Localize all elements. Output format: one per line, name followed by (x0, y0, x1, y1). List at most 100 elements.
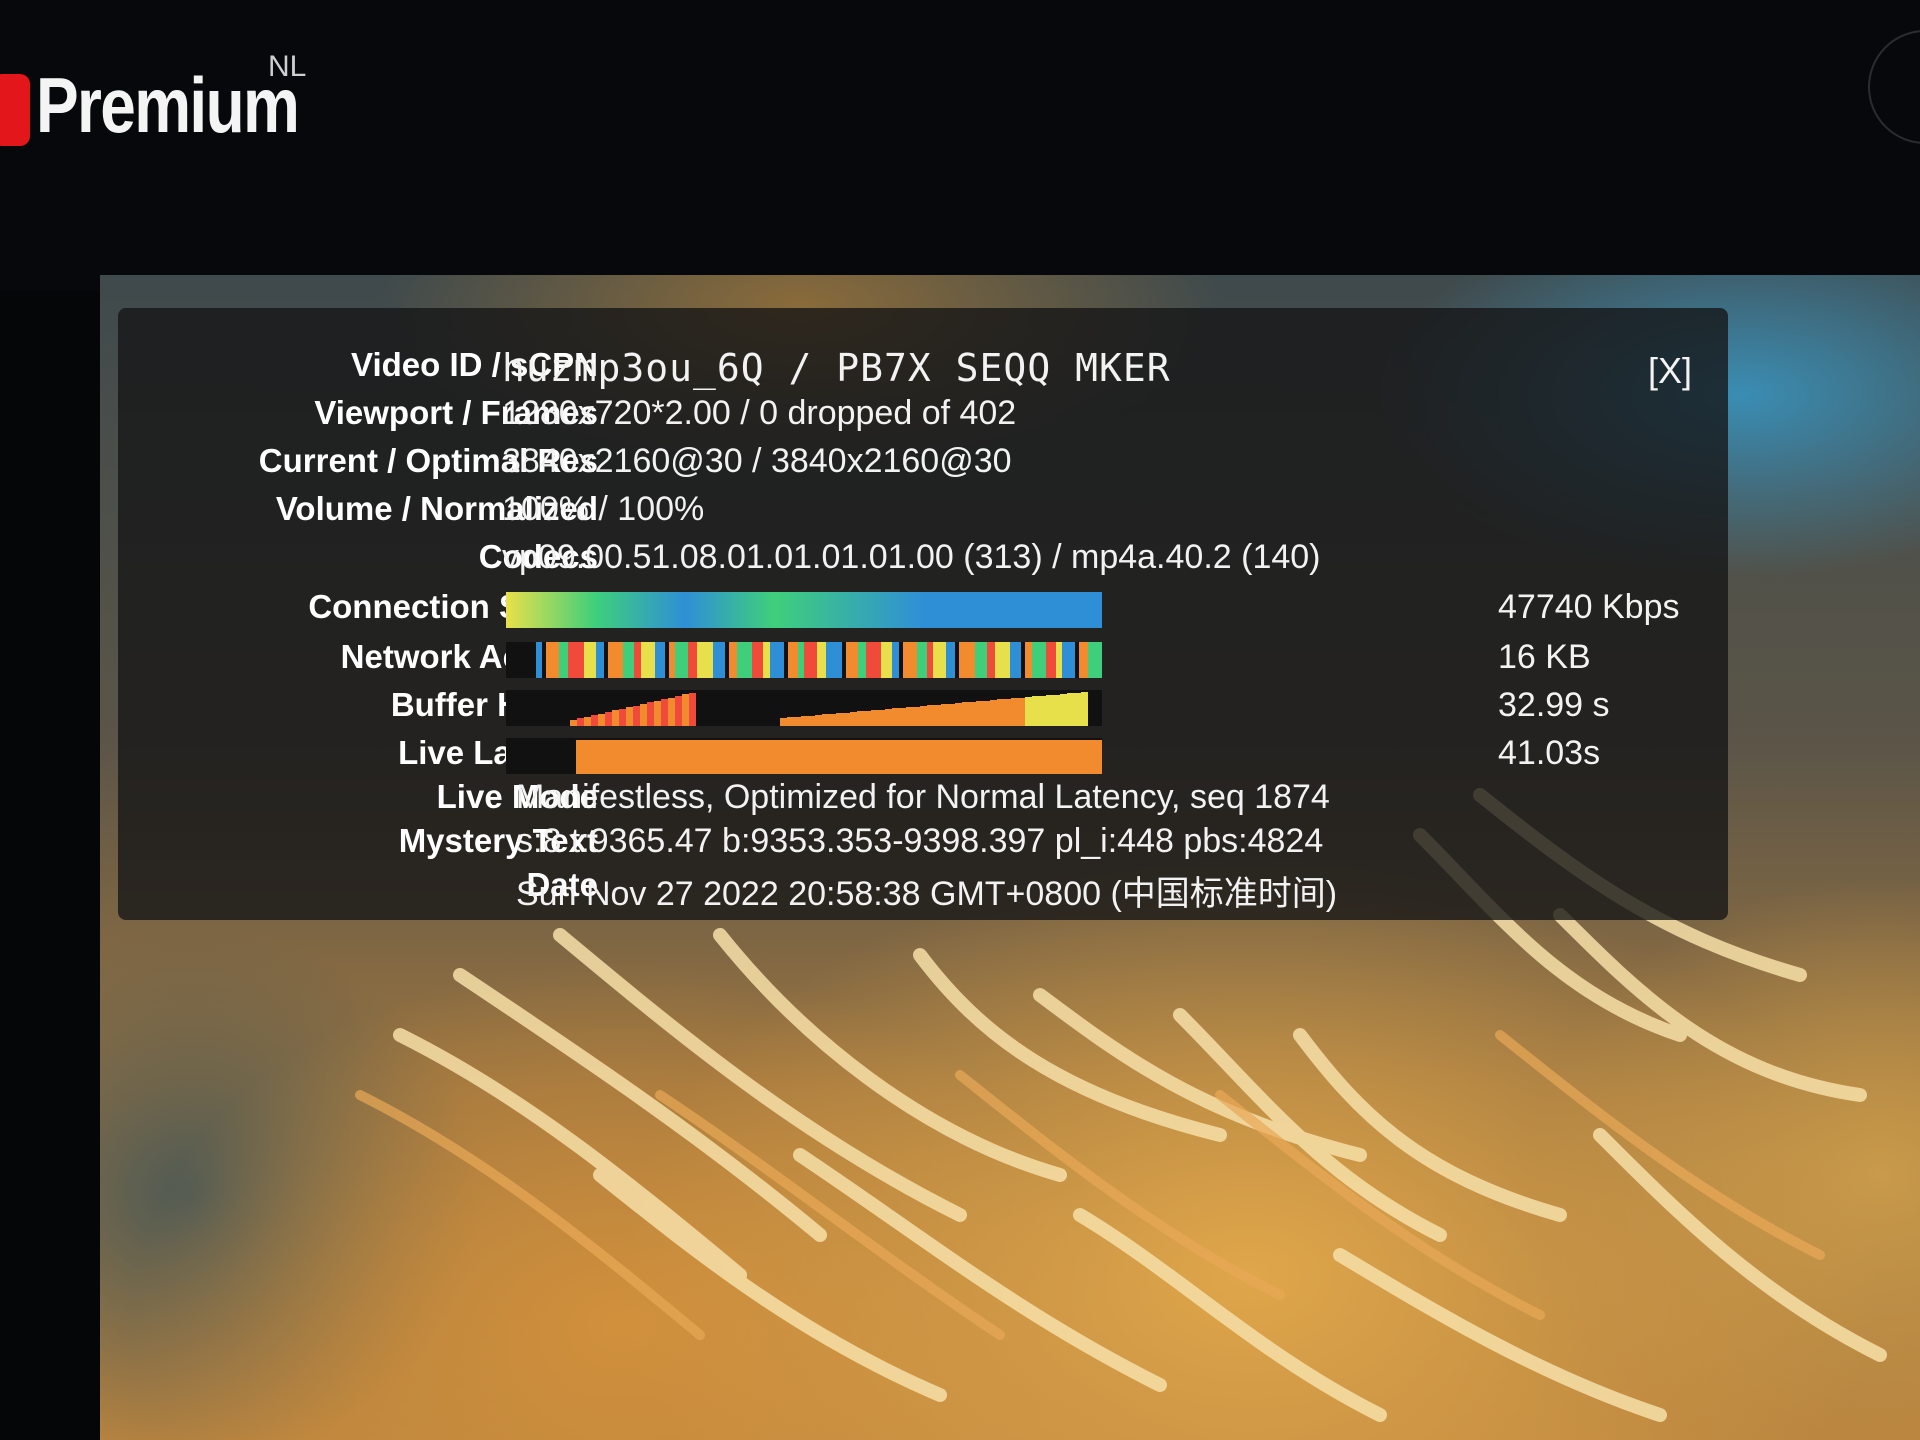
buffer-health-step (941, 704, 948, 726)
buffer-health-step (1018, 697, 1025, 726)
buffer-health-step (1067, 693, 1074, 726)
network-activity-segment (1046, 642, 1056, 678)
buffer-health-step (857, 711, 864, 726)
buffer-health-step (801, 716, 808, 726)
stat-row: Live Mode Manifestless, Optimized for No… (118, 778, 1728, 824)
buffer-health-step (675, 696, 682, 726)
network-activity-segment (1010, 642, 1021, 678)
buffer-health-step (626, 707, 633, 726)
stat-value: 3840x2160@30 / 3840x2160@30 (502, 442, 1012, 480)
network-activity-segment (559, 642, 568, 678)
graph-row-live-latency: Live Latency 41.03s (118, 734, 1728, 780)
network-activity-segment (846, 642, 858, 678)
avatar[interactable] (1868, 30, 1920, 144)
buffer-health-step (913, 706, 920, 726)
stat-value: 100% / 100% (502, 490, 705, 528)
network-activity-segment (752, 642, 763, 678)
network-activity-segment (866, 642, 881, 678)
buffer-health-step (1046, 695, 1053, 726)
buffer-health-step (1074, 692, 1081, 726)
stat-row: Date Sun Nov 27 2022 20:58:38 GMT+0800 (… (118, 866, 1728, 913)
network-activity-segment (804, 642, 817, 678)
graph-row-connection-speed: Connection Speed 47740 Kbps (118, 588, 1728, 634)
network-activity-segment (987, 642, 995, 678)
buffer-health-step (1053, 694, 1060, 726)
buffer-health-step (892, 708, 899, 726)
buffer-health-step (1032, 696, 1039, 726)
network-activity-segment (1062, 642, 1075, 678)
stat-value: Sun Nov 27 2022 20:58:38 GMT+0800 (中国标准时… (516, 875, 1338, 913)
buffer-health-step (815, 715, 822, 726)
network-activity-segment (623, 642, 634, 678)
buffer-health-step (794, 716, 801, 726)
network-activity-segment (1025, 642, 1032, 678)
buffer-health-step (906, 707, 913, 726)
stat-row: Volume / Normalized 100% / 100% (118, 490, 1728, 536)
buffer-health-step (654, 700, 661, 726)
buffer-health-step (997, 699, 1004, 726)
buffer-health-step (934, 704, 941, 726)
network-activity-segment (1088, 642, 1102, 678)
network-activity-segment (688, 642, 697, 678)
stat-row: Codecs vp09.00.51.08.01.01.01.01.00 (313… (118, 538, 1728, 584)
buffer-health-step (612, 710, 619, 726)
buffer-health-step (570, 720, 577, 726)
stat-value: 1280x720*2.00 / 0 dropped of 402 (502, 394, 1017, 432)
buffer-health-step (871, 710, 878, 726)
stat-row: Current / Optimal Res 3840x2160@30 / 384… (118, 442, 1728, 488)
buffer-health-step (1039, 695, 1046, 726)
network-activity-segment (608, 642, 623, 678)
buffer-health-step (640, 704, 647, 726)
buffer-health-step (829, 713, 836, 726)
stat-row: Video ID / sCPN huzmp3ou_6Q / PB7X SEQQ … (118, 346, 1728, 392)
buffer-health-step (1081, 692, 1088, 726)
buffer-health-step (577, 718, 584, 726)
buffer-health-step (787, 717, 794, 726)
buffer-health-step (899, 707, 906, 726)
brand-wordmark: Premium (36, 61, 300, 149)
graph-row-network-activity: Network Activity 16 KB (118, 638, 1728, 684)
network-activity-segment (536, 642, 542, 678)
buffer-health-step (955, 703, 962, 726)
buffer-health-step (983, 700, 990, 726)
network-activity-segment (713, 642, 725, 678)
stat-row: Viewport / Frames 1280x720*2.00 / 0 drop… (118, 394, 1728, 440)
network-activity-segment (697, 642, 713, 678)
connection-speed-fill (506, 592, 1102, 628)
top-bar: Premium NL (0, 0, 1920, 290)
buffer-health-step (976, 701, 983, 726)
network-activity-segment (903, 642, 917, 678)
buffer-health-step (668, 697, 675, 726)
network-activity-segment (995, 642, 1010, 678)
network-activity-segment (917, 642, 927, 678)
buffer-health-step (605, 712, 612, 726)
live-latency-value: 41.03s (1498, 734, 1601, 772)
buffer-health-step (885, 709, 892, 726)
stat-value[interactable]: huzmp3ou_6Q / PB7X SEQQ MKER (502, 346, 1171, 390)
buffer-health-step (969, 701, 976, 726)
buffer-health-step (850, 712, 857, 726)
network-activity-segment (584, 642, 596, 678)
network-activity-segment (959, 642, 975, 678)
graph-row-buffer-health: Buffer Health 32.99 s (118, 686, 1728, 732)
network-activity-segment (817, 642, 826, 678)
stats-for-nerds-panel: [X] Video ID / sCPN huzmp3ou_6Q / PB7X S… (118, 308, 1728, 920)
network-activity-segment (596, 642, 604, 678)
buffer-health-step (808, 715, 815, 726)
buffer-health-graph (506, 690, 1102, 726)
network-activity-segment (568, 642, 584, 678)
network-activity-segment (1032, 642, 1046, 678)
network-activity-segment (737, 642, 752, 678)
network-activity-value: 16 KB (1498, 638, 1591, 676)
buffer-health-step (647, 702, 654, 726)
buffer-health-step (682, 694, 689, 726)
buffer-health-step (619, 708, 626, 726)
network-activity-segment (892, 642, 899, 678)
network-activity-segment (634, 642, 641, 678)
buffer-health-step (836, 713, 843, 726)
buffer-health-step (598, 713, 605, 726)
region-code: NL (268, 50, 307, 83)
buffer-health-step (927, 705, 934, 726)
buffer-health-step (1025, 697, 1032, 726)
stat-value: vp09.00.51.08.01.01.01.01.00 (313) / mp4… (502, 538, 1321, 576)
